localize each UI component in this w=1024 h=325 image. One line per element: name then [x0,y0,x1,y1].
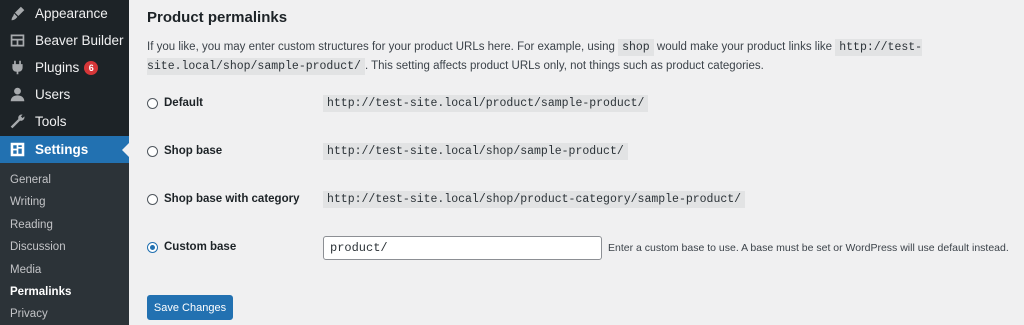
user-icon [7,85,27,105]
option-label: Shop base [164,145,223,157]
save-changes-button[interactable]: Save Changes [147,295,233,320]
wrench-icon [7,112,27,132]
sidebar-item-plugins[interactable]: Plugins 6 [0,54,129,81]
option-label: Shop base with category [164,193,300,205]
plugins-update-badge: 6 [84,60,99,75]
sidebar-item-label: Appearance [35,6,108,21]
radio-custom-base[interactable] [147,241,158,253]
description-text: would make your product links like [656,41,833,53]
custom-base-input[interactable] [323,236,602,260]
admin-sidebar: Appearance Beaver Builder Plugins 6 User… [0,0,129,325]
permalink-option-shop-base[interactable]: Shop base http://test-site.local/shop/sa… [147,141,1024,161]
submenu-item-permalinks[interactable]: Permalinks [10,286,71,298]
option-example-url: http://test-site.local/shop/product-cate… [323,190,746,208]
submenu-item-writing[interactable]: Writing [10,196,46,208]
submenu-item-reading[interactable]: Reading [10,219,53,231]
submenu-item-privacy[interactable]: Privacy [10,308,48,320]
sidebar-item-label: Beaver Builder [35,33,124,48]
settings-icon [7,140,27,160]
radio-default[interactable] [147,97,158,109]
sidebar-item-users[interactable]: Users [0,81,129,108]
custom-base-help: Enter a custom base to use. A base must … [608,242,1009,254]
layout-icon [7,31,27,51]
submenu-item-discussion[interactable]: Discussion [10,241,66,253]
submenu-item-media[interactable]: Media [10,264,41,276]
section-description: If you like, you may enter custom struct… [147,38,1017,76]
sidebar-item-label: Users [35,87,71,102]
description-code: shop [618,39,654,56]
active-menu-arrow [122,143,129,157]
sidebar-item-tools[interactable]: Tools [0,108,129,135]
main-content: Product permalinks If you like, you may … [129,0,1024,325]
description-text: If you like, you may enter custom struct… [147,41,615,53]
permalink-option-default[interactable]: Default http://test-site.local/product/s… [147,93,1024,113]
brush-icon [7,4,27,24]
option-example-url: http://test-site.local/shop/sample-produ… [323,142,628,160]
permalink-option-shop-base-category[interactable]: Shop base with category http://test-site… [147,189,1024,209]
description-text: . This setting affects product URLs only… [364,60,764,72]
sidebar-item-label: Tools [35,114,67,129]
option-label: Custom base [164,241,237,253]
radio-shop-base-category[interactable] [147,193,158,205]
option-label: Default [164,97,203,109]
sidebar-item-settings[interactable]: Settings [0,136,129,163]
plug-icon [7,58,27,78]
radio-shop-base[interactable] [147,145,158,157]
sidebar-item-appearance[interactable]: Appearance [0,0,129,27]
section-title: Product permalinks [147,9,288,26]
sidebar-item-label: Settings [35,142,89,157]
submenu-item-general[interactable]: General [10,174,51,186]
sidebar-item-beaver-builder[interactable]: Beaver Builder [0,27,129,54]
option-example-url: http://test-site.local/product/sample-pr… [323,94,649,112]
sidebar-item-label: Plugins [35,60,80,75]
settings-submenu: General Writing Reading Discussion Media… [0,163,129,325]
